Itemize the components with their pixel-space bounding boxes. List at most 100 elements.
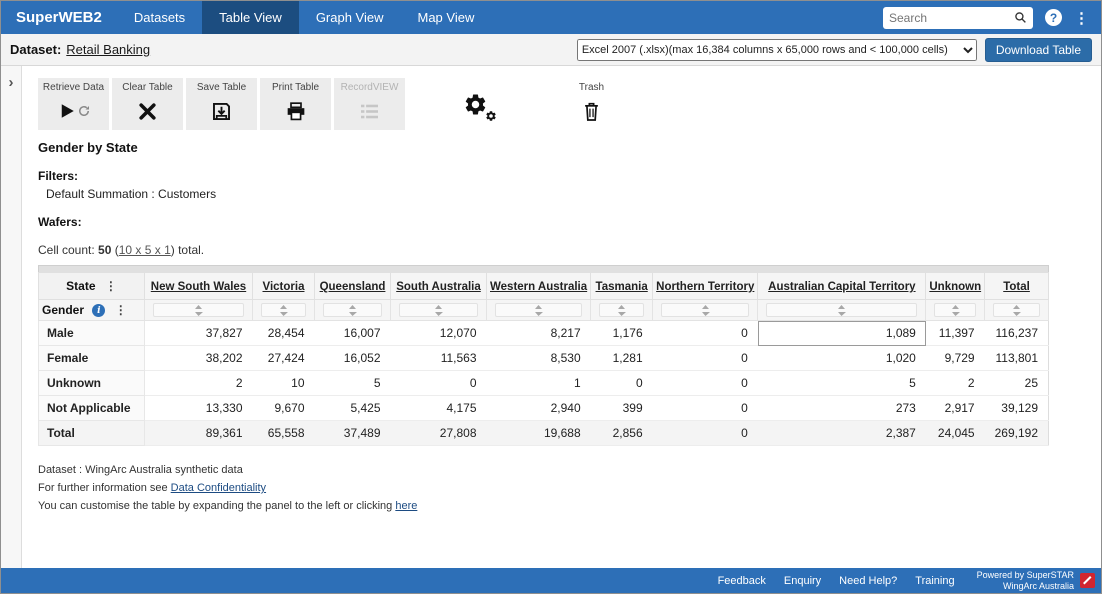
column-header-label[interactable]: Tasmania	[596, 281, 648, 293]
cell-count-link[interactable]: 10 x 5 x 1	[119, 243, 171, 257]
column-header-label[interactable]: Northern Territory	[656, 281, 754, 293]
data-cell[interactable]: 10	[253, 371, 315, 396]
column-header-label[interactable]: Unknown	[929, 281, 981, 293]
help-icon[interactable]: ?	[1045, 9, 1062, 26]
column-header-label[interactable]: South Australia	[396, 281, 481, 293]
column-header[interactable]: South Australia	[391, 273, 487, 300]
data-cell[interactable]: 39,129	[985, 396, 1049, 421]
retrieve-data-button[interactable]: Retrieve Data	[38, 78, 109, 130]
footer-link-need-help[interactable]: Need Help?	[839, 575, 897, 587]
data-cell[interactable]: 273	[758, 396, 926, 421]
data-cell[interactable]: 27,808	[391, 421, 487, 446]
data-cell[interactable]: 2,856	[591, 421, 653, 446]
column-header[interactable]: Northern Territory	[653, 273, 758, 300]
info-icon[interactable]: i	[92, 304, 105, 317]
gender-menu-icon[interactable]: ⋮	[115, 303, 127, 317]
data-cell[interactable]: 0	[653, 321, 758, 346]
data-cell[interactable]: 11,563	[391, 346, 487, 371]
column-header-label[interactable]: Queensland	[320, 281, 386, 293]
data-cell[interactable]: 5,425	[315, 396, 391, 421]
data-cell[interactable]: 13,330	[145, 396, 253, 421]
data-cell[interactable]: 37,489	[315, 421, 391, 446]
data-cell[interactable]: 16,007	[315, 321, 391, 346]
data-cell[interactable]: 2,917	[926, 396, 985, 421]
data-cell[interactable]: 113,801	[985, 346, 1049, 371]
recordview-button[interactable]: RecordVIEW	[334, 78, 405, 130]
customise-here-link[interactable]: here	[395, 500, 417, 512]
column-header[interactable]: Unknown	[926, 273, 985, 300]
column-header[interactable]: Queensland	[315, 273, 391, 300]
data-cell[interactable]: 12,070	[391, 321, 487, 346]
data-cell[interactable]: 37,827	[145, 321, 253, 346]
data-cell[interactable]: 19,688	[487, 421, 591, 446]
data-cell[interactable]: 28,454	[253, 321, 315, 346]
side-panel-collapsed[interactable]: ›	[1, 66, 22, 568]
overflow-menu-icon[interactable]: ⋮	[1074, 9, 1089, 27]
table-options-button[interactable]	[440, 78, 511, 130]
data-cell[interactable]: 4,175	[391, 396, 487, 421]
data-cell[interactable]: 399	[591, 396, 653, 421]
data-cell[interactable]: 65,558	[253, 421, 315, 446]
data-cell[interactable]: 9,670	[253, 396, 315, 421]
data-cell[interactable]: 8,530	[487, 346, 591, 371]
data-cell[interactable]: 1,089	[758, 321, 926, 346]
column-header[interactable]: New South Wales	[145, 273, 253, 300]
sort-icon[interactable]	[661, 303, 749, 317]
column-header[interactable]: Western Australia	[487, 273, 591, 300]
data-cell[interactable]: 24,045	[926, 421, 985, 446]
data-cell[interactable]: 9,729	[926, 346, 985, 371]
data-cell[interactable]: 2	[145, 371, 253, 396]
data-cell[interactable]: 27,424	[253, 346, 315, 371]
column-header[interactable]: Victoria	[253, 273, 315, 300]
data-cell[interactable]: 5	[758, 371, 926, 396]
sort-icon[interactable]	[599, 303, 644, 317]
data-cell[interactable]: 0	[653, 371, 758, 396]
save-table-button[interactable]: Save Table	[186, 78, 257, 130]
search-input[interactable]	[889, 11, 1014, 25]
sort-icon[interactable]	[934, 303, 976, 317]
data-cell[interactable]: 2	[926, 371, 985, 396]
data-cell[interactable]: 0	[653, 346, 758, 371]
sort-icon[interactable]	[399, 303, 478, 317]
data-cell[interactable]: 269,192	[985, 421, 1049, 446]
footer-link-enquiry[interactable]: Enquiry	[784, 575, 821, 587]
column-header-label[interactable]: Victoria	[263, 281, 305, 293]
footer-link-feedback[interactable]: Feedback	[718, 575, 766, 587]
download-table-button[interactable]: Download Table	[985, 38, 1092, 62]
column-header[interactable]: Australian Capital Territory	[758, 273, 926, 300]
data-cell[interactable]: 1,176	[591, 321, 653, 346]
sort-icon[interactable]	[766, 303, 917, 317]
print-table-button[interactable]: Print Table	[260, 78, 331, 130]
tab-graph-view[interactable]: Graph View	[299, 1, 401, 34]
tab-map-view[interactable]: Map View	[401, 1, 492, 34]
column-header-label[interactable]: Total	[1003, 281, 1030, 293]
data-cell[interactable]: 1,281	[591, 346, 653, 371]
column-header-label[interactable]: New South Wales	[151, 281, 246, 293]
data-cell[interactable]: 11,397	[926, 321, 985, 346]
tab-datasets[interactable]: Datasets	[117, 1, 202, 34]
data-cell[interactable]: 1	[487, 371, 591, 396]
sort-icon[interactable]	[153, 303, 244, 317]
data-cell[interactable]: 5	[315, 371, 391, 396]
expand-panel-icon[interactable]: ›	[9, 74, 14, 91]
sort-icon[interactable]	[993, 303, 1040, 317]
data-confidentiality-link[interactable]: Data Confidentiality	[171, 482, 266, 494]
data-cell[interactable]: 16,052	[315, 346, 391, 371]
data-cell[interactable]: 1,020	[758, 346, 926, 371]
column-header[interactable]: Tasmania	[591, 273, 653, 300]
dataset-name-link[interactable]: Retail Banking	[66, 42, 150, 57]
column-header-label[interactable]: Western Australia	[490, 281, 587, 293]
data-cell[interactable]: 25	[985, 371, 1049, 396]
data-cell[interactable]: 38,202	[145, 346, 253, 371]
sort-icon[interactable]	[323, 303, 382, 317]
state-menu-icon[interactable]: ⋮	[105, 279, 117, 293]
sort-icon[interactable]	[261, 303, 306, 317]
search-box[interactable]	[883, 7, 1033, 29]
data-cell[interactable]: 89,361	[145, 421, 253, 446]
clear-table-button[interactable]: Clear Table	[112, 78, 183, 130]
data-cell[interactable]: 0	[591, 371, 653, 396]
data-cell[interactable]: 116,237	[985, 321, 1049, 346]
column-header-label[interactable]: Australian Capital Territory	[768, 281, 915, 293]
data-cell[interactable]: 0	[653, 421, 758, 446]
data-cell[interactable]: 0	[391, 371, 487, 396]
